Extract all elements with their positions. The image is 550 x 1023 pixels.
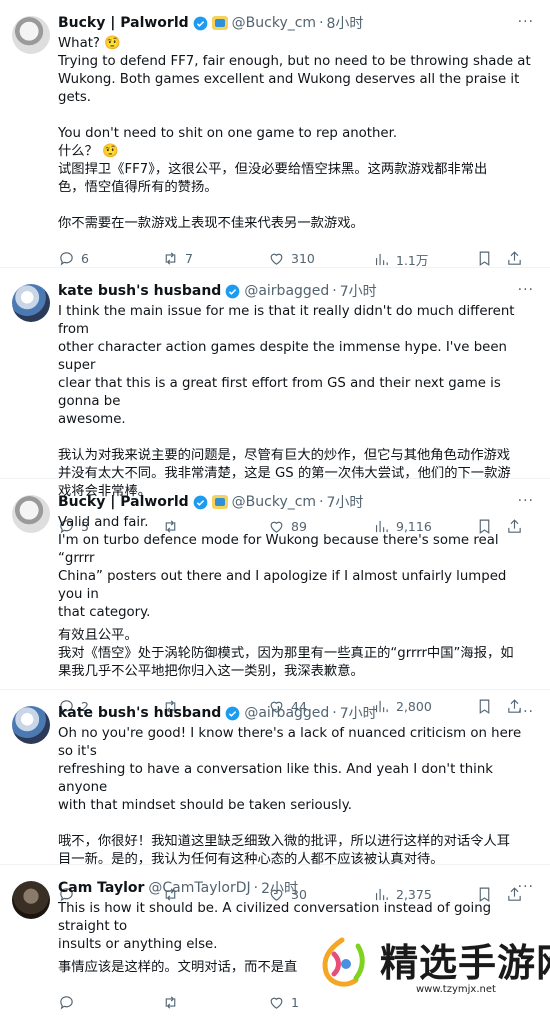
share-button[interactable] <box>506 250 529 267</box>
text-line: I think the main issue for me is that it… <box>58 304 515 337</box>
like-button[interactable]: 310 <box>268 250 315 267</box>
verified-badge-icon <box>193 495 208 509</box>
text-line: Oh no you're good! I know there's a lack… <box>58 726 522 759</box>
watermark-url: www.tzymjx.net <box>416 984 496 995</box>
text-line: that category. <box>58 605 151 620</box>
retweet-icon <box>165 252 176 265</box>
display-name[interactable]: Cam Taylor <box>58 880 144 896</box>
share-icon <box>508 251 521 265</box>
handle[interactable]: @Bucky_cm <box>232 494 316 510</box>
text-line: 哦不，你很好！我知道这里缺乏细致入微的批评，所以进行这样的对话令人耳 <box>58 834 511 849</box>
retweet-button[interactable]: 7 <box>162 250 193 267</box>
tweet-header: kate bush's husband @airbagged · 7小时 <box>58 702 534 724</box>
handle[interactable]: @airbagged <box>244 283 329 299</box>
text-line: You don't need to shit on one game to re… <box>58 126 398 141</box>
bookmark-button[interactable] <box>476 250 499 267</box>
verified-badge-icon <box>225 284 240 298</box>
watermark-text: 精选手游网 <box>380 941 550 985</box>
more-options-icon[interactable]: ··· <box>518 14 534 30</box>
site-watermark: 精选手游网 www.tzymjx.net <box>306 926 550 1003</box>
separator-dot: · <box>332 705 337 721</box>
text-line: China” posters out there and I apologize… <box>58 569 507 602</box>
avatar[interactable] <box>12 284 50 322</box>
more-options-icon[interactable]: ··· <box>518 282 534 298</box>
bookmark-icon <box>479 251 490 266</box>
timestamp[interactable]: 7小时 <box>340 703 377 723</box>
separator-dot: · <box>332 283 337 299</box>
tweet-text: What? 🤨 Trying to defend FF7, fair enoug… <box>58 35 534 233</box>
text-line: with that mindset should be taken seriou… <box>58 798 352 813</box>
tweet-header: Bucky | Palworld @Bucky_cm · 7小时 <box>58 491 534 513</box>
affiliate-badge-icon <box>211 16 228 30</box>
tweet-4[interactable]: kate bush's husband @airbagged · 7小时 ···… <box>0 690 550 902</box>
text-line: 我认为对我来说主要的问题是，尽管有巨大的炒作，但它与其他角色动作游戏 <box>58 448 511 463</box>
text-line: Trying to defend FF7, fair enough, but n… <box>58 54 531 69</box>
tweet-1[interactable]: Bucky | Palworld @Bucky_cm · 8小时 ··· Wha… <box>0 0 550 268</box>
tweet-text: I think the main issue for me is that it… <box>58 303 534 501</box>
view-count: 1.1万 <box>396 253 429 268</box>
affiliate-badge-icon <box>211 495 228 509</box>
handle[interactable]: @airbagged <box>244 705 329 721</box>
tweet-header: Cam Taylor @CamTaylorDJ · 2小时 <box>58 877 534 899</box>
like-count: 310 <box>291 251 315 266</box>
text-line: 色，悟空值得所有的赞扬。 <box>58 180 218 195</box>
timestamp[interactable]: 7小时 <box>327 492 364 512</box>
text-line: 试图捍卫《FF7》，这很公平，但没必要给悟空抹黑。这两款游戏都非常出 <box>58 162 488 177</box>
text-line: What? 🤨 <box>58 36 121 51</box>
avatar[interactable] <box>12 16 50 54</box>
separator-dot: · <box>319 494 324 510</box>
text-line: 我对《悟空》处于涡轮防御模式，因为那里有一些真正的“grrrr中国”海报，如 <box>58 646 514 661</box>
text-line: Wukong. Both games excellent and Wukong … <box>58 72 520 105</box>
retweet-count: 7 <box>185 251 193 266</box>
tweet-text: Valid and fair. I'm on turbo defence mod… <box>58 514 534 681</box>
tweet-header: kate bush's husband @airbagged · 7小时 <box>58 280 534 302</box>
text-line: I'm on turbo defence mode for Wukong bec… <box>58 533 499 566</box>
tweet-3[interactable]: Bucky | Palworld @Bucky_cm · 7小时 ··· Val… <box>0 479 550 714</box>
separator-dot: · <box>319 15 324 31</box>
handle[interactable]: @Bucky_cm <box>232 15 316 31</box>
verified-badge-icon <box>193 16 208 30</box>
more-options-icon[interactable]: ··· <box>518 704 534 720</box>
verified-badge-icon <box>225 706 240 720</box>
more-options-icon[interactable]: ··· <box>518 493 534 509</box>
text-line: Valid and fair. <box>58 515 149 530</box>
avatar[interactable] <box>12 495 50 533</box>
timestamp[interactable]: 8小时 <box>327 13 364 33</box>
text-line: refreshing to have a conversation like t… <box>58 762 493 795</box>
tweet-header: Bucky | Palworld @Bucky_cm · 8小时 <box>58 12 534 34</box>
views-icon <box>375 253 388 266</box>
display-name[interactable]: kate bush's husband <box>58 283 221 299</box>
text-line: awesome. <box>58 412 126 427</box>
timestamp[interactable]: 7小时 <box>340 281 377 301</box>
text-line: 有效且公平。 <box>58 628 138 643</box>
handle[interactable]: @CamTaylorDJ <box>148 880 250 896</box>
more-options-icon[interactable]: ··· <box>518 879 534 895</box>
watermark-logo-icon <box>322 937 365 987</box>
display-name[interactable]: kate bush's husband <box>58 705 221 721</box>
heart-icon <box>270 253 283 265</box>
tweet-text: Oh no you're good! I know there's a lack… <box>58 725 534 869</box>
text-line: 什么？ 🤨 <box>58 144 119 159</box>
display-name[interactable]: Bucky | Palworld <box>58 15 189 31</box>
views-button[interactable]: 1.1万 <box>373 250 428 269</box>
separator-dot: · <box>253 880 259 896</box>
avatar[interactable] <box>12 881 50 919</box>
reply-button[interactable]: 6 <box>58 250 89 267</box>
text-line: other character action games despite the… <box>58 340 507 373</box>
timestamp[interactable]: 2小时 <box>261 878 298 898</box>
text-line: clear that this is a great first effort … <box>58 376 501 409</box>
text-line: 果我几乎不公平地把你归入这一类别，我深表歉意。 <box>58 664 364 679</box>
avatar[interactable] <box>12 706 50 744</box>
reply-icon <box>60 252 73 266</box>
tweet-2[interactable]: kate bush's husband @airbagged · 7小时 ···… <box>0 268 550 534</box>
text-line: 你不需要在一款游戏上表现不佳来代表另一款游戏。 <box>58 216 364 231</box>
reply-count: 6 <box>81 251 89 266</box>
display-name[interactable]: Bucky | Palworld <box>58 494 189 510</box>
